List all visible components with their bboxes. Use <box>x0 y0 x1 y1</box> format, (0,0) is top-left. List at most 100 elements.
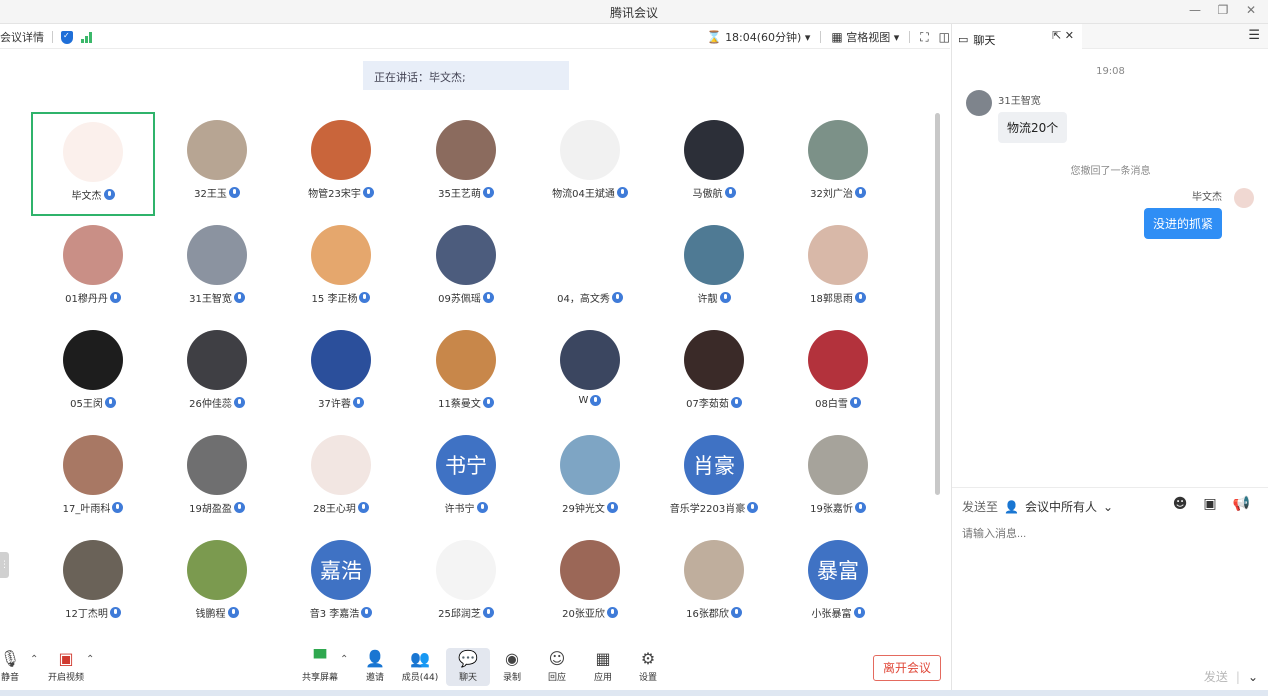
folder-icon[interactable]: ▣ <box>1203 496 1216 512</box>
taskbar-strip <box>0 690 1268 696</box>
participant-tile[interactable]: 许靓 <box>652 217 776 321</box>
participant-tile[interactable]: 15 李正杨 <box>279 217 403 321</box>
members-button[interactable]: 👥 成员(44) <box>398 648 442 683</box>
settings-button[interactable]: ⚙ 设置 <box>626 648 670 683</box>
avatar <box>436 225 496 285</box>
participant-tile[interactable]: 29钟光文 <box>528 427 652 531</box>
microphone-icon <box>611 292 623 303</box>
view-mode-dropdown[interactable]: ▦ 宫格视图 ▾ <box>831 29 899 45</box>
participant-tile[interactable]: 07李茹茹 <box>652 322 776 426</box>
megaphone-icon[interactable]: 📢 <box>1233 496 1250 512</box>
chat-input[interactable] <box>962 524 1257 544</box>
avatar <box>187 225 247 285</box>
meeting-details-link[interactable]: 会议详情 <box>0 29 44 45</box>
microphone-icon <box>854 502 866 513</box>
participant-name-row: 毕文杰 <box>33 187 153 202</box>
participant-tile[interactable]: 嘉浩 音3 李嘉浩 <box>279 532 403 636</box>
restore-icon[interactable]: ❐ <box>1216 3 1230 17</box>
participant-name-row: 19张嘉忻 <box>776 500 900 515</box>
participant-tile[interactable]: 16张郡欣 <box>652 532 776 636</box>
participant-tile[interactable]: 19胡盈盈 <box>155 427 279 531</box>
emoji-icon[interactable]: ☻ <box>1173 496 1188 512</box>
side-panel-handle[interactable]: ⋮ <box>0 552 9 578</box>
send-to-selector[interactable]: 发送至 👤 会议中所有人 ⌄ <box>962 498 1113 515</box>
participant-tile[interactable]: 11蔡曼文 <box>404 322 528 426</box>
security-shield-icon[interactable] <box>61 30 73 44</box>
avatar <box>560 435 620 495</box>
participant-tile[interactable]: 35王艺萌 <box>404 112 528 216</box>
grid-scrollbar[interactable] <box>935 113 940 495</box>
participant-name: 16张郡欣 <box>686 609 729 620</box>
avatar <box>808 435 868 495</box>
participant-tile[interactable]: 37许蓉 <box>279 322 403 426</box>
timer-display[interactable]: ⌛ 18:04(60分钟) ▾ <box>707 29 811 45</box>
participant-tile[interactable]: 20张亚欣 <box>528 532 652 636</box>
participant-tile[interactable]: 18郭思雨 <box>776 217 900 321</box>
video-options-caret[interactable]: ⌃ <box>86 654 94 665</box>
invite-button[interactable]: 👤 邀请 <box>353 648 397 683</box>
send-button[interactable]: 发送 | ⌄ <box>1204 668 1258 685</box>
avatar <box>808 225 868 285</box>
participant-tile[interactable]: 28王心玥 <box>279 427 403 531</box>
chat-button[interactable]: 💬 聊天 <box>446 648 490 686</box>
participant-tile[interactable]: 书宁 许书宁 <box>404 427 528 531</box>
avatar[interactable] <box>966 90 992 116</box>
participant-tile[interactable]: 25邱润芝 <box>404 532 528 636</box>
participant-name-row: 马傲航 <box>652 185 776 200</box>
participant-tile[interactable]: 32王玉 <box>155 112 279 216</box>
participant-tile[interactable]: 物流04王斌通 <box>528 112 652 216</box>
sidebar-toggle-icon[interactable]: ◫ <box>939 30 950 44</box>
popout-close-icons[interactable]: ⇱ ✕ <box>1052 29 1074 42</box>
participant-tile[interactable]: 17_叶雨科 <box>31 427 155 531</box>
reaction-button[interactable]: ☺ 回应 <box>535 648 579 683</box>
participant-tile[interactable]: 08白雪 <box>776 322 900 426</box>
participant-name: 35王艺萌 <box>438 189 481 200</box>
share-options-caret[interactable]: ⌃ <box>340 654 348 665</box>
participant-name: 19张嘉忻 <box>810 504 853 515</box>
microphone-icon <box>228 187 240 198</box>
microphone-icon <box>482 187 494 198</box>
participant-name-row: 29钟光文 <box>528 500 652 515</box>
microphone-icon <box>103 189 115 200</box>
chat-tab[interactable]: ▭ 聊天 ⇱ ✕ <box>952 24 1082 49</box>
participant-tile[interactable]: 05王闵 <box>31 322 155 426</box>
mute-options-caret[interactable]: ⌃ <box>30 654 38 665</box>
divider <box>820 31 822 43</box>
network-signal-icon[interactable] <box>81 31 92 43</box>
microphone-icon <box>357 502 369 513</box>
participant-tile[interactable]: 暴富 小张暴富 <box>776 532 900 636</box>
close-icon[interactable]: ✕ <box>1244 3 1258 17</box>
avatar <box>684 225 744 285</box>
participant-name: 29钟光文 <box>562 504 605 515</box>
participant-tile[interactable]: 钱鹏程 <box>155 532 279 636</box>
minimize-icon[interactable]: — <box>1188 3 1202 17</box>
participant-tile[interactable]: 09苏佩瑶 <box>404 217 528 321</box>
menu-icon[interactable]: ☰ <box>1248 28 1260 43</box>
participant-name: 26仲佳蕊 <box>189 399 232 410</box>
record-button[interactable]: ◉ 录制 <box>490 648 534 683</box>
participant-tile[interactable]: 31王智宽 <box>155 217 279 321</box>
participant-tile[interactable]: 12丁杰明 <box>31 532 155 636</box>
participant-tile[interactable]: 32刘广治 <box>776 112 900 216</box>
share-screen-button[interactable]: ▀ 共享屏幕 <box>298 648 342 683</box>
fullscreen-icon[interactable]: ⛶ <box>920 30 928 45</box>
chat-tab-label: 聊天 <box>973 33 996 47</box>
apps-button[interactable]: ▦ 应用 <box>581 648 625 683</box>
participant-tile[interactable]: 毕文杰 <box>31 112 155 216</box>
apps-icon: ▦ <box>595 649 611 668</box>
video-button[interactable]: ▣ 开启视频 <box>44 648 88 683</box>
participant-tile[interactable]: 26仲佳蕊 <box>155 322 279 426</box>
chevron-down-icon[interactable]: ⌄ <box>1248 670 1258 684</box>
participant-tile[interactable]: 马傲航 <box>652 112 776 216</box>
participant-tile[interactable]: 肖豪 音乐学2203肖豪 <box>652 427 776 531</box>
participant-tile[interactable]: W <box>528 322 652 426</box>
avatar[interactable] <box>1234 188 1254 208</box>
participant-tile[interactable]: 01穆丹丹 <box>31 217 155 321</box>
participant-tile[interactable]: 19张嘉忻 <box>776 427 900 531</box>
participant-tile[interactable]: 物管23宋宇 <box>279 112 403 216</box>
invite-label: 邀请 <box>365 673 384 683</box>
leave-meeting-button[interactable]: 离开会议 <box>873 655 941 681</box>
participant-tile[interactable]: 04，高文秀 <box>528 217 652 321</box>
mute-button[interactable]: 🎙 静音 <box>0 648 32 683</box>
chat-header: ▭ 聊天 ⇱ ✕ ☰ <box>952 24 1268 49</box>
